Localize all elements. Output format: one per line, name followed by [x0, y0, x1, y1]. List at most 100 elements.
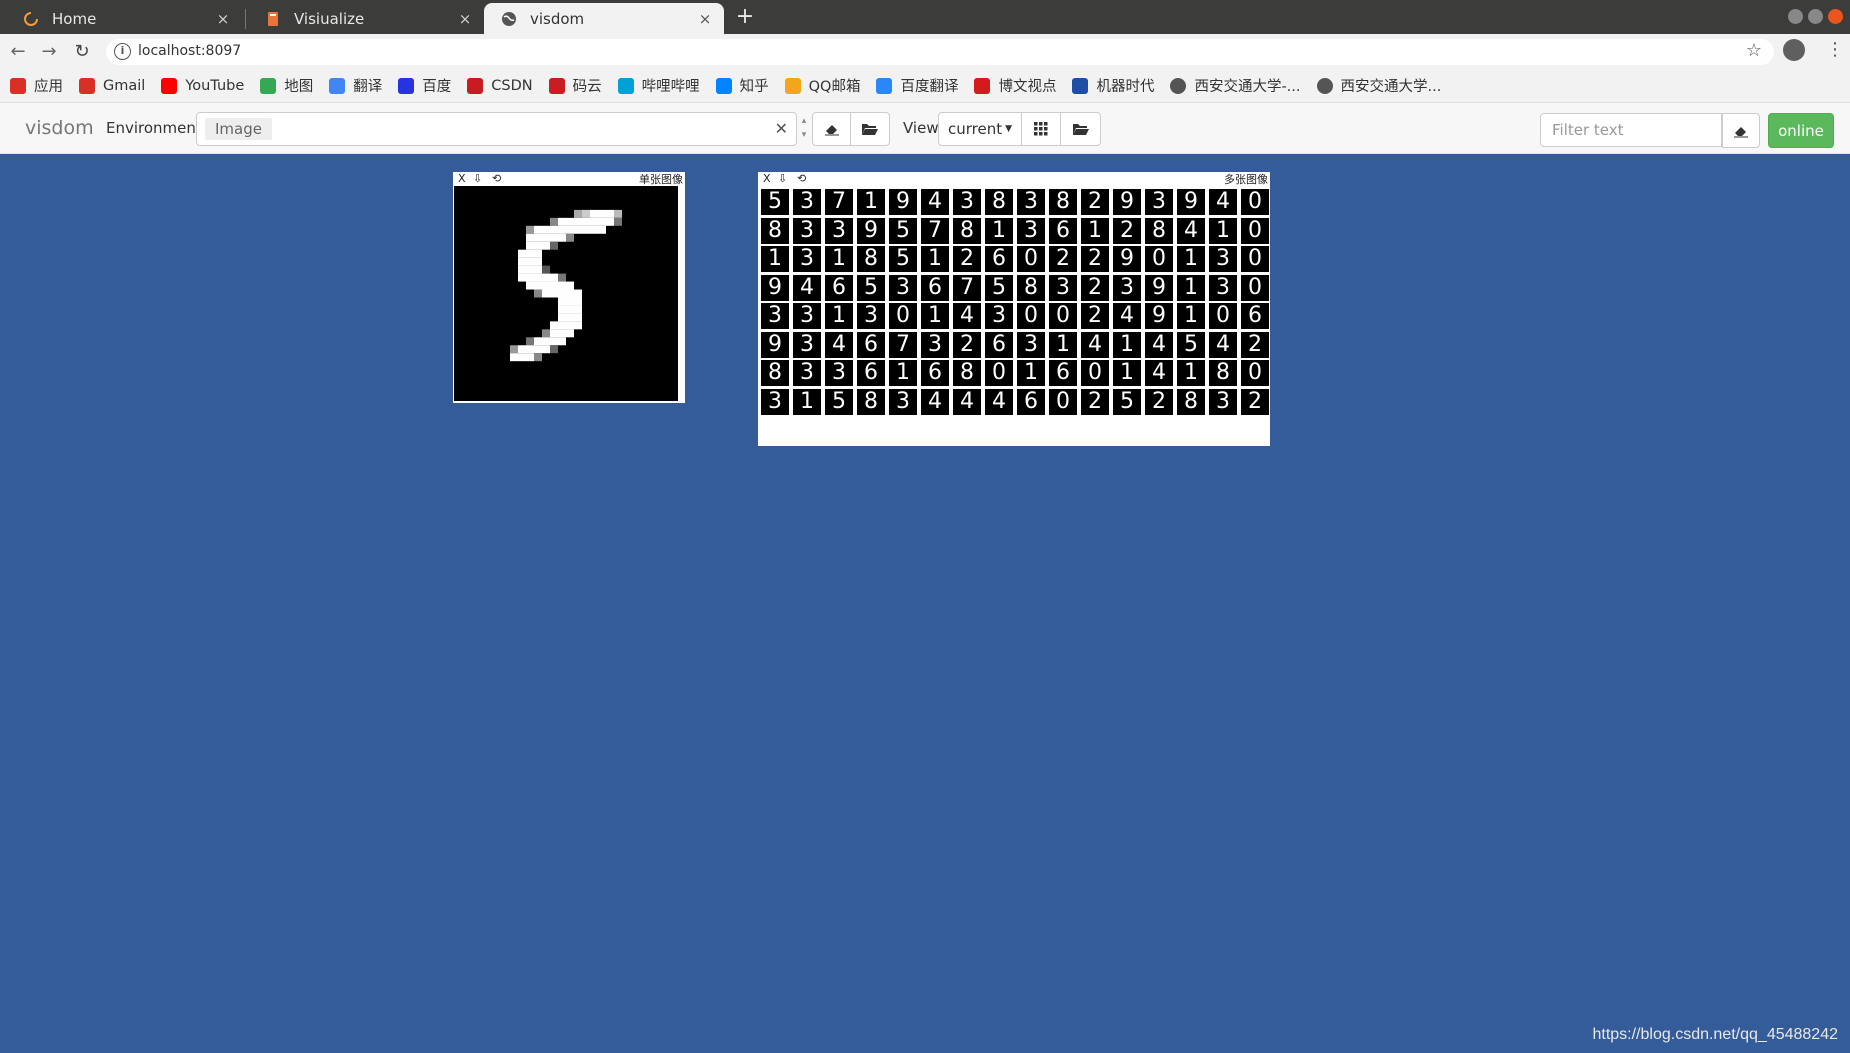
pane-titlebar[interactable]: X ⇩ ⟲ 多张图像	[758, 172, 1270, 186]
bookmark-item[interactable]: CSDN	[467, 77, 533, 94]
pane-titlebar[interactable]: X ⇩ ⟲ 单张图像	[453, 172, 685, 186]
tab-close-icon[interactable]: ×	[214, 10, 232, 28]
tab-home[interactable]: Home ×	[6, 3, 242, 34]
grid-icon[interactable]	[1021, 112, 1061, 146]
back-icon[interactable]: ←	[6, 40, 30, 64]
reset-icon[interactable]: ⟲	[492, 172, 501, 186]
digit-cell: 1	[1113, 360, 1141, 386]
single-image-pane[interactable]: X ⇩ ⟲ 单张图像	[453, 172, 685, 403]
tab-close-icon[interactable]: ×	[456, 10, 474, 28]
bookmark-item[interactable]: 翻译	[329, 75, 382, 96]
close-pane-icon[interactable]: X	[458, 172, 466, 186]
bookmark-label: CSDN	[491, 77, 533, 94]
digit-cell: 5	[889, 246, 917, 272]
bookmark-item[interactable]: 应用	[10, 75, 63, 96]
visdom-brand[interactable]: visdom	[25, 117, 94, 139]
digit-cell: 2	[1241, 331, 1269, 358]
bookmark-label: 知乎	[739, 79, 769, 95]
site-info-icon[interactable]: i	[114, 43, 131, 60]
bookmark-item[interactable]: 机器时代	[1072, 75, 1154, 96]
bookmark-item[interactable]: 百度翻译	[876, 75, 958, 96]
tab-label: visdom	[530, 9, 585, 28]
view-select[interactable]: current ▼	[938, 112, 1022, 146]
digit-cell: 3	[793, 217, 821, 244]
minimize-icon[interactable]	[1788, 9, 1803, 24]
digit-cell: 0	[1049, 388, 1077, 415]
environment-chip[interactable]: Image	[205, 118, 272, 140]
tab-close-icon[interactable]: ×	[696, 10, 714, 28]
digit-cell: 6	[1049, 217, 1077, 244]
bookmark-item[interactable]: YouTube	[161, 77, 244, 94]
youtube-icon	[161, 77, 178, 94]
bookmark-star-icon[interactable]: ☆	[1746, 40, 1762, 61]
digit-cell: 9	[857, 217, 885, 244]
digit-cell: 0	[1241, 360, 1269, 386]
download-icon[interactable]: ⇩	[778, 172, 787, 186]
bookmark-item[interactable]: 百度	[398, 75, 451, 96]
digit-cell: 8	[1209, 360, 1237, 386]
bookmark-label: 翻译	[353, 79, 383, 95]
filter-text-input[interactable]	[1540, 113, 1722, 147]
digit-cell: 1	[1113, 331, 1141, 358]
environment-select[interactable]: Image ✕	[196, 112, 797, 146]
digit-cell: 1	[825, 303, 853, 329]
reset-icon[interactable]: ⟲	[797, 172, 806, 186]
digit-cell: 8	[761, 360, 789, 386]
account-icon[interactable]	[1783, 39, 1805, 61]
digit-cell: 6	[985, 246, 1013, 272]
close-window-icon[interactable]	[1828, 9, 1843, 24]
digit-cell: 0	[1017, 246, 1045, 272]
eraser-icon[interactable]	[1722, 113, 1760, 148]
digit-cell: 2	[1081, 189, 1109, 215]
loading-icon	[22, 10, 40, 28]
maximize-icon[interactable]	[1808, 9, 1823, 24]
forward-icon[interactable]: →	[37, 40, 61, 64]
url-text[interactable]: localhost:8097	[138, 43, 241, 59]
bookmark-label: 百度	[422, 79, 452, 95]
tab-visiualize[interactable]: Visiualize ×	[248, 3, 484, 34]
bookmark-label: 地图	[284, 79, 314, 95]
caret-down-icon: ▼	[1005, 124, 1013, 134]
bookmark-item[interactable]: 哔哩哔哩	[617, 75, 700, 96]
digit-cell: 0	[1241, 189, 1269, 215]
bookmark-label: 机器时代	[1096, 79, 1155, 95]
bookmark-item[interactable]: 西安交通大学-...	[1170, 75, 1301, 96]
close-pane-icon[interactable]: X	[763, 172, 771, 186]
new-tab-button[interactable]: +	[732, 4, 758, 30]
digit-cell: 0	[1241, 217, 1269, 244]
digit-cell: 6	[857, 331, 885, 358]
digit-cell: 4	[1209, 331, 1237, 358]
digit-cell: 2	[953, 331, 981, 358]
environment-label: Environment	[106, 119, 202, 137]
tab-visdom[interactable]: visdom ×	[484, 3, 724, 34]
qqmail-icon	[784, 77, 801, 94]
reload-icon[interactable]: ↻	[70, 40, 94, 64]
digit-cell: 2	[1113, 217, 1141, 244]
bookmark-item[interactable]: QQ邮箱	[784, 75, 860, 96]
digit-cell: 1	[889, 360, 917, 386]
bookmark-item[interactable]: 博文视点	[974, 75, 1056, 96]
menu-icon[interactable]: ⋮	[1826, 39, 1844, 61]
bookmark-item[interactable]: 码云	[548, 75, 602, 96]
digit-cell: 3	[793, 189, 821, 215]
folder-open-icon[interactable]	[1060, 112, 1101, 146]
bookmark-item[interactable]: 西安交通大学...	[1316, 75, 1441, 96]
bookmark-item[interactable]: Gmail	[79, 77, 145, 94]
digit-cell: 0	[889, 303, 917, 329]
digit-cell: 6	[1017, 388, 1045, 415]
folder-open-icon[interactable]	[850, 112, 890, 146]
eraser-icon[interactable]	[812, 112, 851, 146]
visdom-navbar: visdom Environment Image ✕ ▴ ▾ View curre…	[0, 103, 1850, 154]
multi-image-pane[interactable]: X ⇩ ⟲ 多张图像 53719438382939408339578136128…	[758, 172, 1270, 446]
digit-cell: 8	[1145, 217, 1173, 244]
clear-icon[interactable]: ✕	[775, 119, 788, 138]
online-status-button[interactable]: online	[1768, 113, 1834, 148]
download-icon[interactable]: ⇩	[473, 172, 482, 186]
bookmark-item[interactable]: 知乎	[715, 75, 769, 96]
address-bar[interactable]: i localhost:8097 ☆	[106, 39, 1774, 65]
digit-cell: 4	[953, 388, 981, 415]
bookmark-item[interactable]: 地图	[260, 75, 313, 96]
environment-spinner[interactable]: ▴ ▾	[798, 114, 810, 144]
digit-cell: 4	[1145, 360, 1173, 386]
baidu-translate-icon	[876, 77, 893, 94]
